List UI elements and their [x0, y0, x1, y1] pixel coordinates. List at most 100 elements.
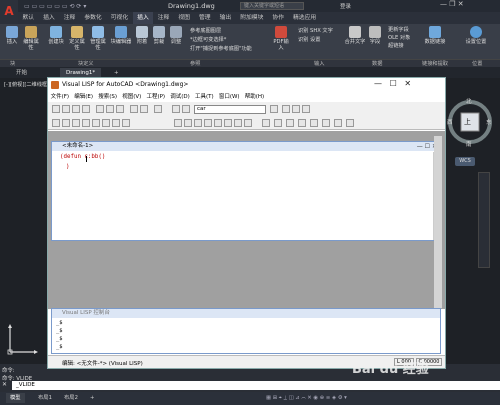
viewcube-top-face[interactable]: 上 [464, 117, 471, 127]
tab-layout2[interactable]: 布局2 [60, 393, 82, 403]
complete-word-icon[interactable] [154, 105, 162, 113]
bookmark-clear-icon[interactable] [302, 105, 310, 113]
frame-variable-button[interactable]: *边框可变选择* [190, 37, 270, 43]
tab-annotate2[interactable]: 注释 [153, 12, 174, 24]
apropos-icon[interactable] [334, 119, 342, 127]
menu-project[interactable]: 工程(P) [144, 92, 168, 102]
tab-visualize[interactable]: 可视化 [106, 12, 132, 24]
ole-object-button[interactable]: OLE 对象 [388, 35, 420, 41]
update-field-button[interactable]: 更新字段 [388, 27, 420, 33]
application-menu-button[interactable]: A [0, 0, 18, 24]
quit-icon[interactable] [214, 119, 222, 127]
format-icon[interactable] [82, 119, 90, 127]
block-editor-button[interactable]: 块编辑器 [110, 26, 132, 45]
navigation-bar[interactable] [478, 172, 490, 268]
new-file-icon[interactable] [52, 105, 60, 113]
field-button[interactable]: 字段 [367, 26, 383, 45]
underlay-snap-button[interactable]: 打开"捕捉到参考底图"功能 [190, 46, 280, 52]
tab-view[interactable]: 视图 [174, 12, 195, 24]
clip-button[interactable]: 剪裁 [151, 26, 167, 45]
step-out-icon[interactable] [194, 119, 202, 127]
search-combo[interactable]: car [194, 105, 266, 114]
code-line-2[interactable]: ) [66, 164, 70, 170]
menu-debug[interactable]: 调试(D) [168, 92, 193, 102]
find-icon[interactable] [172, 105, 180, 113]
reset-icon[interactable] [224, 119, 232, 127]
menu-help[interactable]: 帮助(H) [242, 92, 267, 102]
format-selection-icon[interactable] [92, 119, 100, 127]
data-link-button[interactable]: 数据链接 [422, 26, 448, 45]
search-input[interactable]: 键入关键字或短语 [240, 2, 304, 10]
viewport-controls[interactable]: [-][俯视][二维线框] [4, 81, 49, 88]
pdf-import-button[interactable]: PDF输入 [272, 26, 290, 51]
command-input[interactable]: _VLIDE [12, 381, 500, 390]
add-watch-icon[interactable] [244, 119, 252, 127]
tab-default[interactable]: 默认 [18, 12, 39, 24]
insert-block-button[interactable]: 插入 [3, 26, 21, 45]
window-controls[interactable]: — ❐ ✕ [440, 0, 464, 8]
load-icon[interactable] [52, 119, 60, 127]
undo-icon[interactable] [130, 105, 138, 113]
vlisp-console-window[interactable]: Visual LISP 控制台 _$ _$ _$ _$ [51, 308, 441, 354]
tab-model[interactable]: 模型 [6, 393, 25, 403]
print-icon[interactable] [82, 105, 90, 113]
paste-icon[interactable] [116, 105, 124, 113]
cut-icon[interactable] [96, 105, 104, 113]
hyperlink-button[interactable]: 超链接 [388, 43, 420, 49]
wcs-menu[interactable]: WCS [455, 157, 475, 166]
menu-window[interactable]: 窗口(W) [216, 92, 242, 102]
tab-insert-active[interactable]: 插入 [132, 12, 154, 24]
status-toggles[interactable]: ▦ ⊞ ⌖ ⟂ ◫ ⊿ ⌒ ✕ ◉ ⊕ ≡ ◈ ⚙ ▾ [262, 393, 351, 403]
menu-tools[interactable]: 工具(T) [192, 92, 216, 102]
adjust-button[interactable]: 调整 [168, 26, 184, 45]
viewcube-west[interactable]: 西 [447, 118, 453, 126]
login-button[interactable]: 登录 [340, 2, 351, 10]
watch-window-icon[interactable] [346, 119, 354, 127]
copy-icon[interactable] [106, 105, 114, 113]
menu-search[interactable]: 搜索(S) [96, 92, 120, 102]
menu-view[interactable]: 视图(V) [120, 92, 144, 102]
replace-icon[interactable] [182, 105, 190, 113]
trace-icon[interactable] [310, 119, 318, 127]
tab-start[interactable]: 开始 [10, 68, 33, 78]
mdi-scrollbar[interactable] [434, 136, 442, 308]
create-block-button[interactable]: 创建块 [46, 26, 66, 45]
viewcube-south[interactable]: 南 [466, 140, 472, 148]
tab-manage[interactable]: 管理 [194, 12, 215, 24]
menu-file[interactable]: 文件(F) [48, 92, 72, 102]
shx-text-button[interactable]: 识别 SHX 文字 [298, 28, 338, 34]
open-file-icon[interactable] [62, 105, 70, 113]
inspect-icon[interactable] [298, 119, 306, 127]
step-over-icon[interactable] [184, 119, 192, 127]
find-toolbar-icon[interactable] [270, 105, 278, 113]
viewcube[interactable] [446, 96, 494, 158]
check-icon[interactable] [72, 119, 80, 127]
command-close-icon[interactable]: ✕ [2, 381, 7, 388]
underlay-layers-button[interactable]: 参考底图图层 [190, 28, 270, 34]
load-selection-icon[interactable] [62, 119, 70, 127]
edit-attribute-button[interactable]: 编辑属性 [22, 26, 40, 51]
toggle-breakpoint-icon[interactable] [234, 119, 242, 127]
tab-layout1[interactable]: 布局1 [34, 393, 56, 403]
add-layout-button[interactable]: + [86, 393, 98, 403]
quick-access-toolbar[interactable]: ▭ ▭ ▭ ▭ ▭ ▭ ⟲ ⟳ ▾ [24, 3, 86, 10]
redo-icon[interactable] [140, 105, 148, 113]
bookmark-next-icon[interactable] [292, 105, 300, 113]
viewcube-north[interactable]: 北 [466, 97, 472, 105]
window-list-icon[interactable] [274, 119, 282, 127]
uncomment-icon[interactable] [112, 119, 120, 127]
shx-settings-button[interactable]: 识别 设置 [298, 37, 338, 43]
attach-button[interactable]: 附着 [134, 26, 150, 45]
console-icon[interactable] [286, 119, 294, 127]
tab-collaborate[interactable]: 协作 [268, 12, 289, 24]
tab-addins[interactable]: 附加模块 [236, 12, 268, 24]
manage-attribute-button[interactable]: 管理属性 [88, 26, 108, 51]
save-icon[interactable] [72, 105, 80, 113]
menu-edit[interactable]: 编辑(E) [72, 92, 96, 102]
tab-output[interactable]: 输出 [215, 12, 236, 24]
activate-autocad-icon[interactable] [262, 119, 270, 127]
tab-annotate[interactable]: 注释 [59, 12, 80, 24]
vlisp-window-controls[interactable]: — ☐ ✕ [374, 79, 411, 88]
symbol-service-icon[interactable] [322, 119, 330, 127]
tab-insert[interactable]: 插入 [39, 12, 60, 24]
